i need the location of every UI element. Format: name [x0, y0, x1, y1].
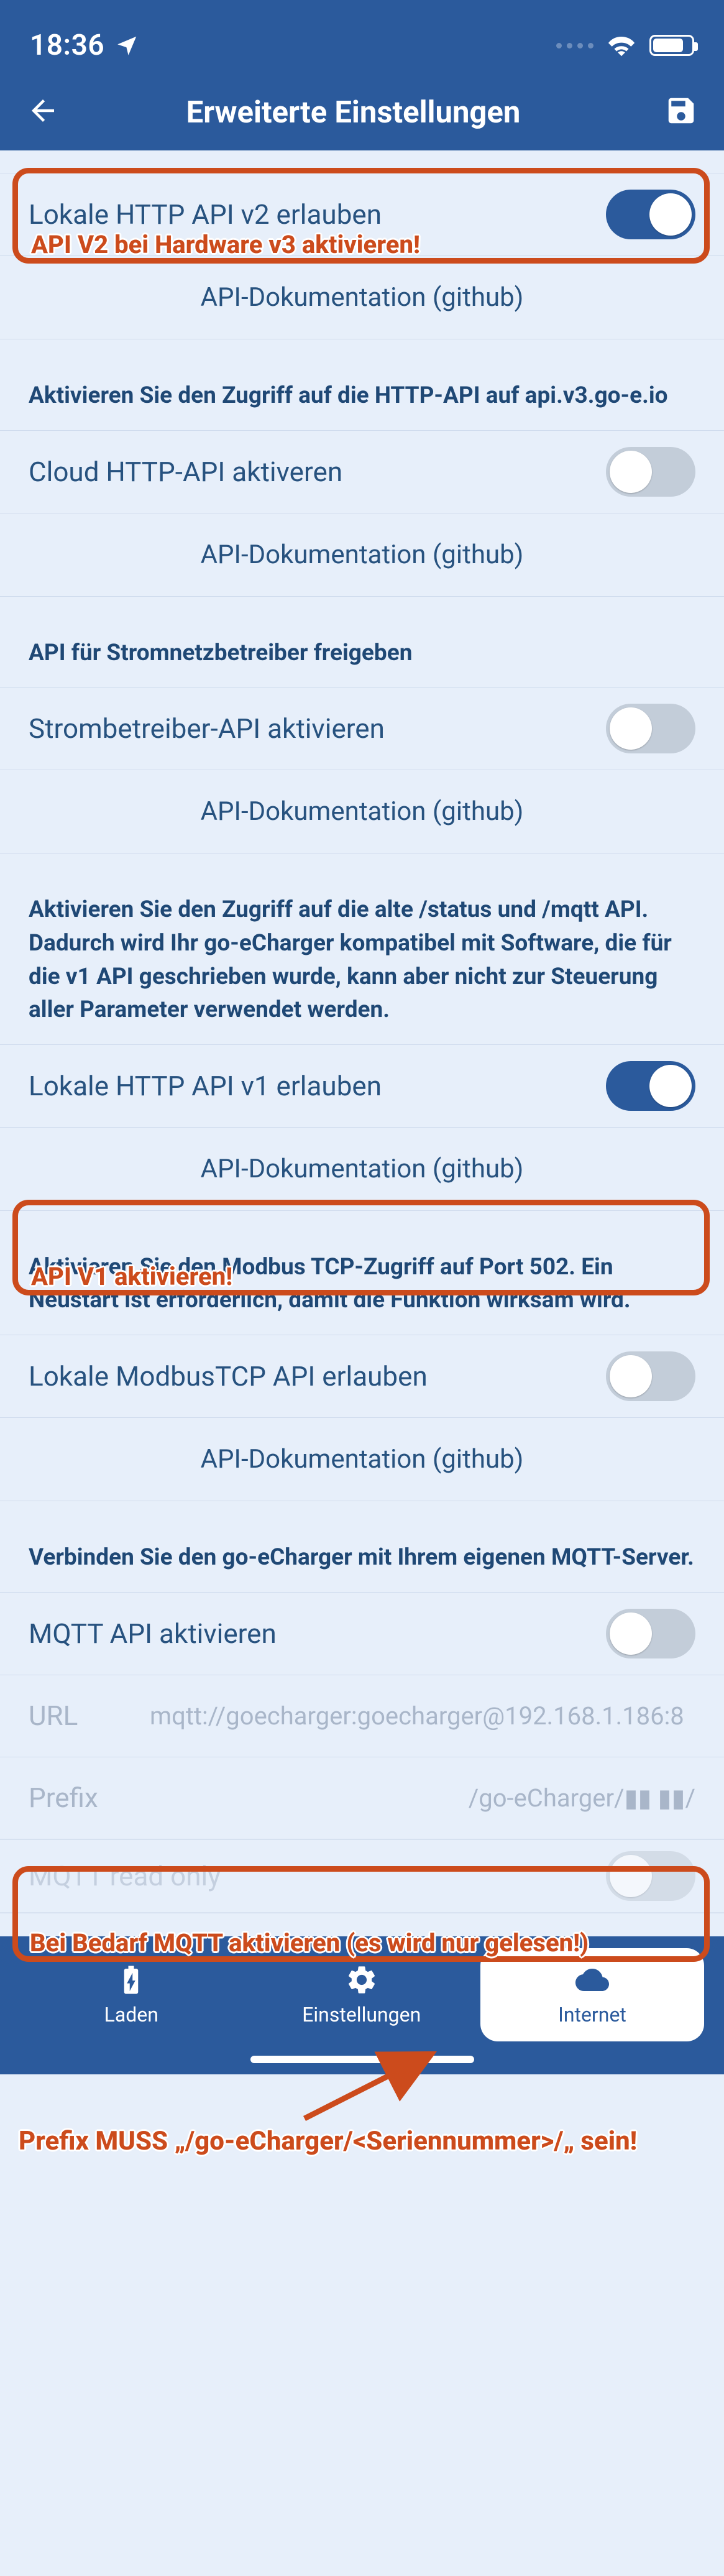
- row-mqtt-readonly[interactable]: MQTT read only: [0, 1839, 724, 1913]
- field-value: mqtt://goecharger:goecharger@192.168.1.1…: [150, 1701, 695, 1731]
- row-mqtt[interactable]: MQTT API aktivieren: [0, 1592, 724, 1675]
- row-label: Strombetreiber-API aktivieren: [29, 712, 385, 745]
- row-label: Lokale HTTP API v1 erlauben: [29, 1070, 382, 1102]
- doc-link-cloud[interactable]: API-Dokumentation (github): [0, 513, 724, 597]
- tab-einstellungen[interactable]: Einstellungen: [247, 1963, 477, 2026]
- field-key: Prefix: [29, 1782, 125, 1814]
- battery-icon: [649, 35, 694, 56]
- status-time: 18:36: [30, 29, 104, 62]
- row-api-v2[interactable]: Lokale HTTP API v2 erlauben: [0, 173, 724, 256]
- toggle-gridop-api[interactable]: [606, 704, 695, 753]
- field-value: /go-eCharger/▮▮ ▮▮/: [150, 1783, 695, 1813]
- row-label: Lokale HTTP API v2 erlauben: [29, 198, 382, 231]
- row-api-v1[interactable]: Lokale HTTP API v1 erlauben: [0, 1044, 724, 1128]
- toggle-modbus[interactable]: [606, 1351, 695, 1401]
- toggle-api-v2[interactable]: [606, 190, 695, 239]
- row-label: Lokale ModbusTCP API erlauben: [29, 1360, 428, 1392]
- home-indicator: [0, 2053, 724, 2074]
- section-note-cloud: Aktivieren Sie den Zugriff auf die HTTP-…: [0, 339, 724, 430]
- row-mqtt-url[interactable]: URL mqtt://goecharger:goecharger@192.168…: [0, 1675, 724, 1757]
- section-note-modbus: Aktivieren Sie den Modbus TCP-Zugriff au…: [0, 1211, 724, 1335]
- toggle-cloud-api[interactable]: [606, 447, 695, 497]
- app-header: Erweiterte Einstellungen: [0, 73, 724, 150]
- row-mqtt-prefix[interactable]: Prefix /go-eCharger/▮▮ ▮▮/: [0, 1757, 724, 1839]
- field-key: URL: [29, 1700, 125, 1732]
- toggle-api-v1[interactable]: [606, 1061, 695, 1111]
- wifi-icon: [607, 34, 636, 57]
- section-note-apiv1: Aktivieren Sie den Zugriff auf die alte …: [0, 853, 724, 1044]
- row-modbus[interactable]: Lokale ModbusTCP API erlauben: [0, 1335, 724, 1418]
- location-icon: [116, 34, 139, 57]
- row-cloud-api[interactable]: Cloud HTTP-API aktiveren: [0, 430, 724, 513]
- page-title: Erweiterte Einstellungen: [63, 94, 643, 130]
- toggle-mqtt[interactable]: [606, 1609, 695, 1658]
- row-gridop-api[interactable]: Strombetreiber-API aktivieren: [0, 687, 724, 770]
- tab-laden[interactable]: Laden: [16, 1963, 247, 2026]
- doc-link-apiv1[interactable]: API-Dokumentation (github): [0, 1128, 724, 1211]
- doc-link-api-v2[interactable]: API-Dokumentation (github): [0, 256, 724, 339]
- save-button[interactable]: [664, 94, 698, 130]
- status-bar: 18:36: [0, 0, 724, 73]
- tab-label: Laden: [104, 2003, 158, 2026]
- doc-link-modbus[interactable]: API-Dokumentation (github): [0, 1418, 724, 1501]
- annotation-text-prefix: Prefix MUSS „/go-eCharger/<Seriennummer>…: [19, 2126, 637, 2156]
- back-button[interactable]: [26, 94, 60, 130]
- tab-internet[interactable]: Internet: [480, 1948, 704, 2041]
- tab-bar: Laden Einstellungen Internet: [0, 1936, 724, 2053]
- section-note-gridop: API für Stromnetzbetreiber freigeben: [0, 597, 724, 688]
- tab-label: Einstellungen: [302, 2003, 421, 2026]
- doc-link-gridop[interactable]: API-Dokumentation (github): [0, 770, 724, 853]
- tab-label: Internet: [558, 2003, 626, 2026]
- row-label: MQTT read only: [29, 1860, 221, 1892]
- section-note-mqtt: Verbinden Sie den go-eCharger mit Ihrem …: [0, 1501, 724, 1592]
- toggle-mqtt-readonly[interactable]: [606, 1851, 695, 1901]
- row-label: Cloud HTTP-API aktiveren: [29, 456, 342, 488]
- page-dots: [556, 43, 593, 48]
- row-label: MQTT API aktivieren: [29, 1617, 277, 1650]
